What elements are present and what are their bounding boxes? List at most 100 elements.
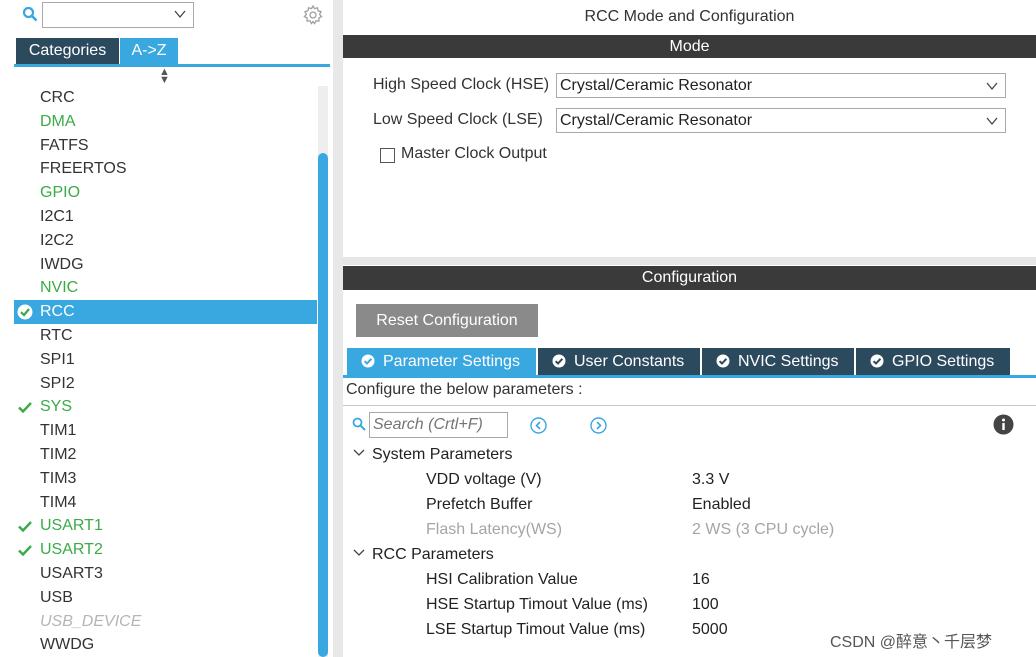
parameter-search-input[interactable] bbox=[369, 412, 508, 438]
divider bbox=[343, 405, 1036, 406]
list-item[interactable]: TIM4 bbox=[14, 491, 317, 515]
param-value[interactable]: 100 bbox=[692, 596, 719, 614]
list-item-label: FREERTOS bbox=[40, 160, 127, 178]
list-item[interactable]: USART3 bbox=[14, 562, 317, 586]
list-item-label: SPI1 bbox=[40, 350, 75, 368]
list-item-label: CRC bbox=[40, 89, 75, 106]
list-item[interactable]: TIM3 bbox=[14, 467, 317, 491]
list-item[interactable]: RTC bbox=[14, 324, 317, 348]
configure-instructions: Configure the below parameters : bbox=[346, 381, 583, 398]
list-item[interactable]: SPI1 bbox=[14, 348, 317, 372]
list-item-label: RCC bbox=[40, 303, 75, 321]
list-item-label: FATFS bbox=[40, 136, 89, 154]
list-item-label: IWDG bbox=[40, 255, 84, 273]
check-circle-icon bbox=[361, 354, 375, 368]
tab-user-constants[interactable]: User Constants bbox=[538, 348, 700, 375]
check-circle-icon bbox=[716, 354, 730, 368]
tab-label: GPIO Settings bbox=[892, 353, 995, 370]
list-item[interactable]: FATFS bbox=[14, 134, 317, 158]
param-value[interactable]: Enabled bbox=[692, 496, 751, 514]
list-item[interactable]: SPI2 bbox=[14, 372, 317, 396]
peripheral-list: CRC DMA FATFS FREERTOS GPIO I2C1 I2C2 IWDG NVIC R… bbox=[14, 86, 317, 657]
list-item[interactable]: TIM2 bbox=[14, 443, 317, 467]
page-title: RCC Mode and Configuration bbox=[584, 8, 795, 25]
param-name: VDD voltage (V) bbox=[426, 471, 542, 488]
chevron-down-icon bbox=[986, 82, 998, 91]
param-name: Flash Latency(WS) bbox=[426, 521, 563, 538]
param-name: HSE Startup Timout Value (ms) bbox=[426, 596, 648, 613]
list-item[interactable]: USB_DEVICE bbox=[14, 610, 317, 634]
hse-select-value: Crystal/Ceramic Resonator bbox=[560, 77, 753, 94]
lse-select[interactable]: Crystal/Ceramic Resonator bbox=[556, 108, 1006, 133]
list-item-label: USART1 bbox=[40, 517, 103, 535]
check-icon bbox=[18, 545, 32, 557]
list-item-label: TIM4 bbox=[40, 493, 77, 511]
param-value[interactable]: 5000 bbox=[692, 621, 728, 639]
list-item[interactable]: TIM1 bbox=[14, 419, 317, 443]
param-value[interactable]: 3.3 V bbox=[692, 471, 729, 489]
param-value[interactable]: 16 bbox=[692, 571, 710, 589]
chevron-down-icon bbox=[353, 449, 365, 456]
lse-label: Low Speed Clock (LSE) bbox=[373, 111, 543, 128]
list-item-label: NVIC bbox=[40, 279, 79, 297]
info-icon[interactable] bbox=[993, 414, 1014, 435]
check-circle-icon bbox=[552, 354, 566, 368]
master-clock-output-label: Master Clock Output bbox=[401, 145, 547, 162]
section-splitter[interactable] bbox=[343, 257, 1036, 265]
tab-categories[interactable]: Categories bbox=[16, 38, 119, 64]
previous-arrow-icon[interactable] bbox=[530, 417, 547, 434]
list-item[interactable]: CRC bbox=[14, 86, 317, 110]
list-item[interactable]: GPIO bbox=[14, 181, 317, 205]
panel-divider[interactable] bbox=[333, 0, 343, 657]
list-item[interactable]: DMA bbox=[14, 110, 317, 134]
gear-icon[interactable] bbox=[302, 4, 324, 26]
group-rcc-parameters[interactable]: RCC Parameters bbox=[352, 546, 494, 564]
list-item-label: USB bbox=[40, 588, 73, 606]
tab-a-z[interactable]: A->Z bbox=[120, 38, 178, 64]
tab-gpio-settings[interactable]: GPIO Settings bbox=[856, 348, 1010, 375]
list-item-label: SPI2 bbox=[40, 374, 75, 392]
group-system-parameters[interactable]: System Parameters bbox=[352, 446, 512, 464]
list-item[interactable]: SYS bbox=[14, 395, 317, 419]
list-item[interactable]: WWDG bbox=[14, 633, 317, 657]
list-item[interactable]: I2C1 bbox=[14, 205, 317, 229]
param-value: 2 WS (3 CPU cycle) bbox=[692, 521, 835, 538]
search-combo[interactable] bbox=[42, 2, 194, 28]
tab-nvic-settings[interactable]: NVIC Settings bbox=[702, 348, 854, 375]
hse-select[interactable]: Crystal/Ceramic Resonator bbox=[556, 73, 1006, 98]
tab-underline bbox=[14, 64, 330, 67]
sort-arrows-icon[interactable]: ▲ ▼ bbox=[159, 67, 170, 86]
check-circle-icon bbox=[870, 354, 884, 368]
tab-label: Parameter Settings bbox=[383, 353, 520, 370]
list-item-label: TIM1 bbox=[40, 422, 77, 440]
list-item[interactable]: FREERTOS bbox=[14, 157, 317, 181]
master-clock-output-checkbox[interactable] bbox=[380, 148, 395, 163]
list-item-label: WWDG bbox=[40, 636, 95, 654]
list-scrollbar-thumb[interactable] bbox=[318, 153, 328, 657]
mode-header: Mode bbox=[343, 35, 1036, 58]
group-label: System Parameters bbox=[372, 446, 513, 463]
list-item-label: USART3 bbox=[40, 564, 103, 582]
list-item[interactable]: RCC bbox=[14, 300, 317, 324]
list-item[interactable]: I2C2 bbox=[14, 229, 317, 253]
configuration-header: Configuration bbox=[343, 266, 1036, 290]
list-item[interactable]: NVIC bbox=[14, 276, 317, 300]
list-item[interactable]: USART2 bbox=[14, 538, 317, 562]
list-item[interactable]: USB bbox=[14, 586, 317, 610]
tab-underline bbox=[343, 375, 1036, 378]
chevron-down-icon bbox=[353, 549, 365, 556]
chevron-down-icon bbox=[174, 10, 186, 19]
list-item-label: DMA bbox=[40, 112, 76, 130]
param-name: LSE Startup Timout Value (ms) bbox=[426, 621, 646, 638]
next-arrow-icon[interactable] bbox=[590, 417, 607, 434]
reset-configuration-button[interactable]: Reset Configuration bbox=[356, 304, 538, 337]
tab-label: NVIC Settings bbox=[738, 353, 839, 370]
search-icon bbox=[352, 417, 366, 431]
search-icon[interactable] bbox=[22, 6, 38, 22]
check-icon bbox=[18, 521, 32, 533]
list-item-label: TIM2 bbox=[40, 445, 77, 463]
list-item[interactable]: IWDG bbox=[14, 253, 317, 277]
tab-parameter-settings[interactable]: Parameter Settings bbox=[347, 348, 536, 375]
list-item[interactable]: USART1 bbox=[14, 514, 317, 538]
list-item-label: I2C2 bbox=[40, 231, 74, 249]
